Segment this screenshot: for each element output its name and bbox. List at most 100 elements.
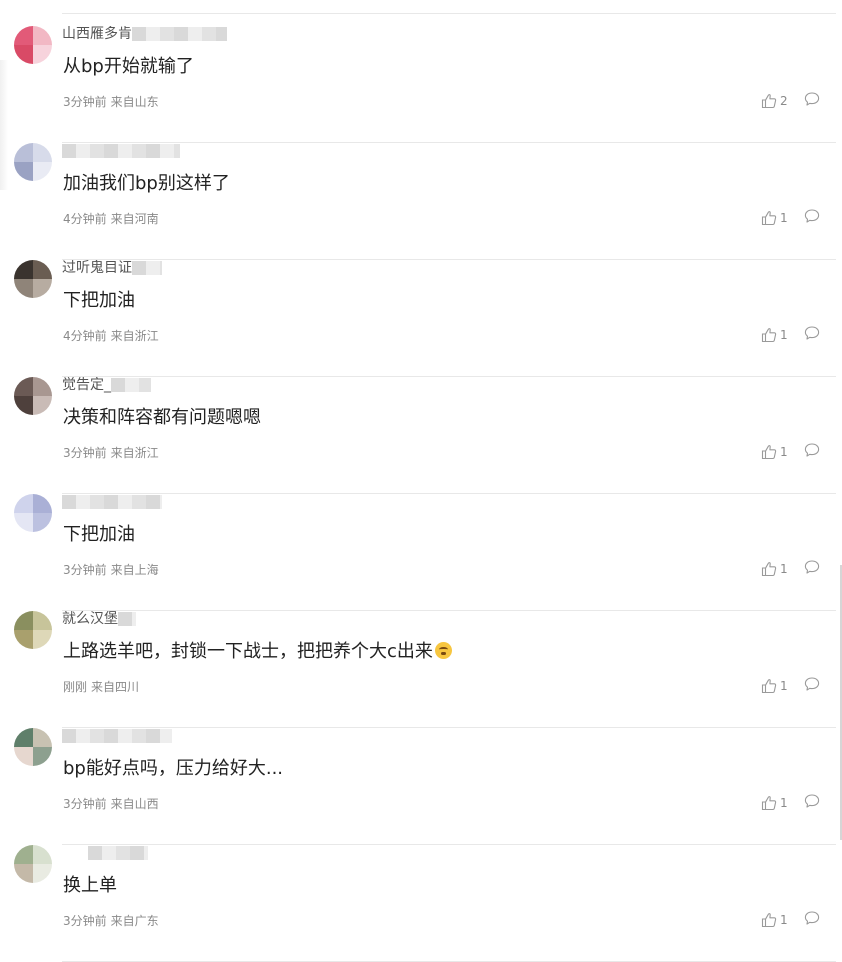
comment-item: 就么汉堡 上路选羊吧，封锁一下战士，把把养个大c出来 刚刚 来自四川 1: [0, 611, 842, 728]
comment-meta: 4分钟前 来自浙江: [63, 328, 159, 344]
comment-location: 来自四川: [91, 680, 140, 694]
comment-actions: 1: [761, 443, 820, 461]
username-mosaic: [118, 612, 136, 626]
comment-bubble-icon: [804, 676, 820, 696]
comment-meta: 3分钟前 来自上海: [63, 562, 159, 578]
comment-username[interactable]: 山西雁多肯: [62, 26, 227, 42]
comment-text: 换上单: [63, 875, 117, 896]
comment-time: 3分钟前: [63, 446, 107, 460]
like-button[interactable]: 1: [761, 795, 788, 811]
avatar[interactable]: [14, 611, 52, 649]
comment-time: 4分钟前: [63, 329, 107, 343]
comment-location: 来自广东: [110, 914, 159, 928]
username-mosaic: [62, 495, 162, 509]
thumbs-up-icon: [761, 210, 777, 226]
username-mosaic: [132, 27, 227, 41]
comment-username[interactable]: 觉告定_: [62, 377, 151, 393]
comment-text: 上路选羊吧，封锁一下战士，把把养个大c出来: [63, 639, 452, 665]
comment-item: bp能好点吗，压力给好大... 3分钟前 来自山西 1: [0, 728, 842, 845]
comment-username[interactable]: [62, 494, 162, 510]
comment-location: 来自山西: [110, 797, 159, 811]
comment-username[interactable]: [62, 845, 148, 861]
comment-time: 4分钟前: [63, 212, 107, 226]
comment-meta: 3分钟前 来自广东: [63, 913, 159, 929]
like-count: 1: [780, 445, 788, 459]
thumbs-up-icon: [761, 561, 777, 577]
avatar[interactable]: [14, 494, 52, 532]
comment-bubble-icon: [804, 910, 820, 930]
comment-bubble-icon: [804, 208, 820, 228]
like-count: 1: [780, 328, 788, 342]
comment-bubble-icon: [804, 325, 820, 345]
like-count: 1: [780, 913, 788, 927]
reply-button[interactable]: [804, 676, 820, 696]
comment-meta: 3分钟前 来自浙江: [63, 445, 159, 461]
comment-username[interactable]: [62, 728, 172, 744]
comment-actions: 1: [761, 911, 820, 929]
comment-actions: 1: [761, 326, 820, 344]
like-button[interactable]: 1: [761, 444, 788, 460]
thumbs-up-icon: [761, 678, 777, 694]
reply-button[interactable]: [804, 91, 820, 111]
reply-button[interactable]: [804, 910, 820, 930]
thumbs-up-icon: [761, 444, 777, 460]
comment-text: bp能好点吗，压力给好大...: [63, 758, 284, 779]
reply-button[interactable]: [804, 325, 820, 345]
comment-time: 3分钟前: [63, 797, 107, 811]
comment-bubble-icon: [804, 442, 820, 462]
reply-button[interactable]: [804, 559, 820, 579]
like-button[interactable]: 1: [761, 678, 788, 694]
comment-text: 从bp开始就输了: [63, 56, 194, 77]
comment-meta: 3分钟前 来自山东: [63, 94, 159, 110]
like-count: 1: [780, 796, 788, 810]
comment-username[interactable]: 过听鬼目证: [62, 260, 162, 276]
avatar[interactable]: [14, 143, 52, 181]
thumbs-up-icon: [761, 327, 777, 343]
comment-actions: 1: [761, 794, 820, 812]
comment-bubble-icon: [804, 559, 820, 579]
thumbs-up-icon: [761, 795, 777, 811]
comment-item: 换上单 3分钟前 来自广东 1: [0, 845, 842, 962]
thumbs-up-icon: [761, 93, 777, 109]
avatar[interactable]: [14, 728, 52, 766]
reply-button[interactable]: [804, 793, 820, 813]
comment-time: 3分钟前: [63, 563, 107, 577]
thumbs-up-icon: [761, 912, 777, 928]
username-text: 过听鬼目证: [62, 260, 132, 276]
avatar[interactable]: [14, 260, 52, 298]
comment-actions: 1: [761, 560, 820, 578]
comment-bubble-icon: [804, 793, 820, 813]
avatar[interactable]: [14, 377, 52, 415]
comment-text: 加油我们bp别这样了: [63, 173, 230, 194]
comment-actions: 1: [761, 677, 820, 695]
comment-actions: 2: [761, 92, 820, 110]
like-count: 1: [780, 562, 788, 576]
like-count: 1: [780, 211, 788, 225]
username-mosaic: [88, 846, 148, 860]
comment-meta: 4分钟前 来自河南: [63, 211, 159, 227]
comment-time: 3分钟前: [63, 914, 107, 928]
username-text: 山西雁多肯: [62, 26, 132, 42]
comment-item: 觉告定_ 决策和阵容都有问题嗯嗯 3分钟前 来自浙江 1: [0, 377, 842, 494]
smiley-emoji-icon: [434, 642, 452, 659]
comment-item: 下把加油 3分钟前 来自上海 1: [0, 494, 842, 611]
avatar[interactable]: [14, 845, 52, 883]
like-button[interactable]: 1: [761, 912, 788, 928]
comment-item: 山西雁多肯 从bp开始就输了 3分钟前 来自山东 2: [0, 26, 842, 143]
comment-username[interactable]: 就么汉堡: [62, 611, 136, 627]
comment-item: 加油我们bp别这样了 4分钟前 来自河南 1: [0, 143, 842, 260]
username-text: 觉告定_: [62, 377, 111, 393]
divider: [62, 13, 836, 14]
comment-meta: 3分钟前 来自山西: [63, 796, 159, 812]
comment-username[interactable]: [62, 143, 180, 159]
reply-button[interactable]: [804, 208, 820, 228]
like-button[interactable]: 2: [761, 93, 788, 109]
username-text: 就么汉堡: [62, 611, 118, 627]
like-button[interactable]: 1: [761, 210, 788, 226]
like-button[interactable]: 1: [761, 561, 788, 577]
comment-text: 下把加油: [63, 524, 135, 545]
avatar[interactable]: [14, 26, 52, 64]
like-button[interactable]: 1: [761, 327, 788, 343]
reply-button[interactable]: [804, 442, 820, 462]
comment-location: 来自山东: [110, 95, 159, 109]
